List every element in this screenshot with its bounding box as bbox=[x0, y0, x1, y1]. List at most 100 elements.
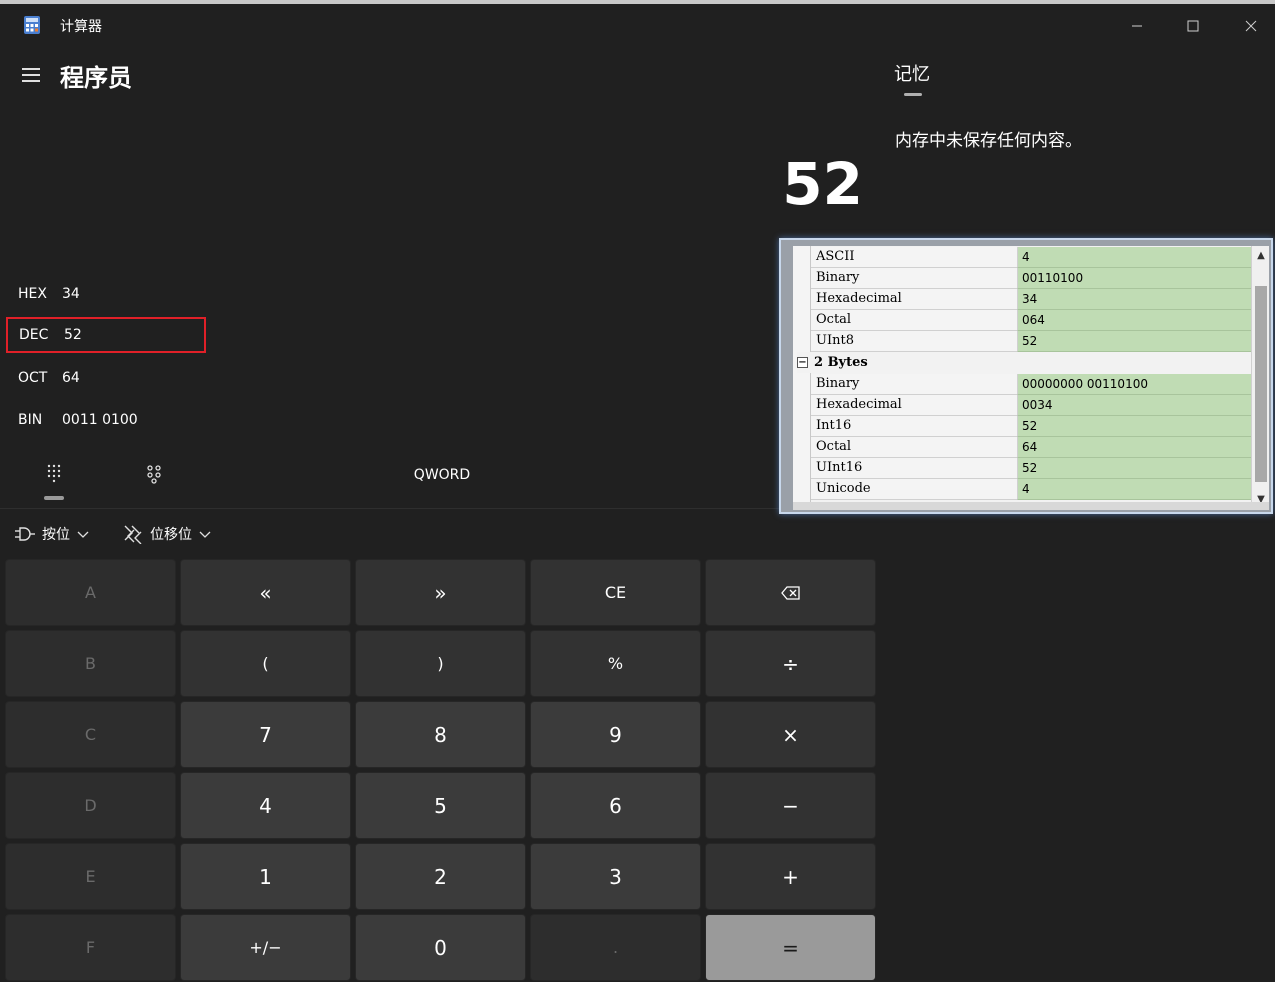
bitshift-dropdown[interactable]: 位移位 bbox=[122, 520, 212, 548]
key-a[interactable]: A bbox=[5, 559, 176, 626]
radix-oct-row[interactable]: OCT 64 bbox=[6, 360, 206, 396]
hamburger-icon bbox=[22, 68, 40, 70]
bitshift-label: 位移位 bbox=[150, 527, 192, 543]
key-left-shift[interactable]: « bbox=[180, 559, 351, 626]
inspector-row-value: 00110100 bbox=[1017, 268, 1251, 289]
radix-hex-label: HEX bbox=[18, 286, 47, 302]
inspector-row[interactable]: Octal 064 bbox=[811, 310, 1251, 331]
bit-toggling-keypad-tab[interactable] bbox=[142, 460, 166, 488]
key-decimal[interactable]: . bbox=[530, 914, 701, 981]
memory-tab-indicator bbox=[904, 93, 922, 96]
key-0[interactable]: 0 bbox=[355, 914, 526, 981]
key-left-paren[interactable]: ( bbox=[180, 630, 351, 697]
close-button[interactable] bbox=[1228, 8, 1274, 44]
radix-dec-label: DEC bbox=[19, 327, 49, 343]
hamburger-icon-line bbox=[22, 80, 40, 82]
key-1[interactable]: 1 bbox=[180, 843, 351, 910]
inspector-row-key: Hexadecimal bbox=[811, 289, 1017, 310]
key-minus[interactable]: − bbox=[705, 772, 876, 839]
inspector-row[interactable]: Unicode 4 bbox=[811, 479, 1251, 500]
word-size-button[interactable]: QWORD bbox=[390, 462, 494, 488]
inspector-group-2bytes[interactable]: − 2 Bytes bbox=[797, 352, 1251, 373]
scroll-up-icon[interactable]: ▲ bbox=[1252, 248, 1270, 264]
inspector-row[interactable]: Binary 00110100 bbox=[811, 268, 1251, 289]
keypad-icon bbox=[47, 464, 61, 483]
key-plus[interactable]: + bbox=[705, 843, 876, 910]
inspector-row-key: UInt16 bbox=[811, 458, 1017, 479]
full-keypad-tab[interactable] bbox=[40, 460, 68, 488]
radix-bin-row[interactable]: BIN 0011 0100 bbox=[6, 402, 206, 438]
key-5[interactable]: 5 bbox=[355, 772, 526, 839]
inspector-row-key: Unicode bbox=[811, 479, 1017, 500]
scrollbar-thumb[interactable] bbox=[1255, 286, 1267, 482]
inspector-row[interactable]: Hexadecimal 0034 bbox=[811, 395, 1251, 416]
key-2[interactable]: 2 bbox=[355, 843, 526, 910]
inspector-row[interactable]: ASCII 4 bbox=[811, 247, 1251, 268]
inspector-row[interactable]: Binary 00000000 00110100 bbox=[811, 374, 1251, 395]
inspector-row-key: Hexadecimal bbox=[811, 395, 1017, 416]
bit-toggle-icon bbox=[147, 465, 161, 484]
key-f[interactable]: F bbox=[5, 914, 176, 981]
key-right-shift[interactable]: » bbox=[355, 559, 526, 626]
key-negate[interactable]: +/− bbox=[180, 914, 351, 981]
inspector-row-value: 064 bbox=[1017, 310, 1251, 331]
active-tab-indicator bbox=[44, 496, 64, 500]
inspector-row-value: 0034 bbox=[1017, 395, 1251, 416]
key-b[interactable]: B bbox=[5, 630, 176, 697]
inspector-row-key: UInt8 bbox=[811, 331, 1017, 352]
radix-dec-row[interactable]: DEC 52 bbox=[6, 317, 206, 353]
radix-hex-value: 34 bbox=[62, 286, 80, 302]
maximize-icon bbox=[1187, 20, 1199, 32]
bitwise-dropdown[interactable]: 按位 bbox=[14, 520, 90, 548]
inspector-group-label: 2 Bytes bbox=[814, 355, 868, 370]
radix-hex-row[interactable]: HEX 34 bbox=[6, 276, 206, 312]
key-divide[interactable]: ÷ bbox=[705, 630, 876, 697]
inspector-row[interactable]: UInt8 52 bbox=[811, 331, 1251, 352]
collapse-icon[interactable]: − bbox=[797, 357, 808, 368]
key-4[interactable]: 4 bbox=[180, 772, 351, 839]
inspector-row[interactable]: Octal 64 bbox=[811, 437, 1251, 458]
key-e[interactable]: E bbox=[5, 843, 176, 910]
backspace-icon bbox=[780, 585, 800, 600]
navigation-menu-button[interactable] bbox=[16, 60, 46, 90]
calculator-app-icon bbox=[24, 16, 40, 34]
key-backspace[interactable] bbox=[705, 559, 876, 626]
inspector-row-key: Octal bbox=[811, 310, 1017, 331]
inspector-row[interactable]: UInt16 52 bbox=[811, 458, 1251, 479]
maximize-button[interactable] bbox=[1170, 8, 1216, 44]
inspector-row-value: 00000000 00110100 bbox=[1017, 374, 1251, 395]
memory-tab[interactable]: 记忆 bbox=[894, 60, 930, 86]
data-inspector-overlay: ASCII 4 Binary 00110100 Hexadecimal 34 O… bbox=[779, 238, 1273, 514]
radix-oct-label: OCT bbox=[18, 370, 48, 386]
minimize-icon bbox=[1132, 25, 1142, 27]
inspector-row[interactable]: Hexadecimal 34 bbox=[811, 289, 1251, 310]
chevron-down-icon bbox=[77, 531, 89, 538]
inspector-row-key: Binary bbox=[811, 374, 1017, 395]
chevron-down-icon bbox=[199, 531, 211, 538]
key-3[interactable]: 3 bbox=[530, 843, 701, 910]
radix-bin-label: BIN bbox=[18, 412, 43, 428]
inspector-row-key: ASCII bbox=[811, 247, 1017, 268]
inspector-grid: ASCII 4 Binary 00110100 Hexadecimal 34 O… bbox=[793, 246, 1251, 510]
key-8[interactable]: 8 bbox=[355, 701, 526, 768]
inspector-row[interactable]: Int16 52 bbox=[811, 416, 1251, 437]
radix-oct-value: 64 bbox=[62, 370, 80, 386]
key-right-paren[interactable]: ) bbox=[355, 630, 526, 697]
inspector-row-value: 52 bbox=[1017, 416, 1251, 437]
key-d[interactable]: D bbox=[5, 772, 176, 839]
key-c[interactable]: C bbox=[5, 701, 176, 768]
key-9[interactable]: 9 bbox=[530, 701, 701, 768]
close-icon bbox=[1245, 20, 1257, 32]
minimize-button[interactable] bbox=[1114, 8, 1160, 44]
calculator-mode-title: 程序员 bbox=[60, 64, 132, 92]
key-6[interactable]: 6 bbox=[530, 772, 701, 839]
key-7[interactable]: 7 bbox=[180, 701, 351, 768]
bit-shift-icon bbox=[124, 525, 142, 544]
inspector-scrollbar[interactable]: ▲ ▼ bbox=[1251, 246, 1269, 510]
key-multiply[interactable]: × bbox=[705, 701, 876, 768]
key-clear-entry[interactable]: CE bbox=[530, 559, 701, 626]
key-equals[interactable]: = bbox=[705, 914, 876, 981]
inspector-row-value: 4 bbox=[1017, 247, 1251, 268]
inspector-row-value: 64 bbox=[1017, 437, 1251, 458]
key-percent[interactable]: % bbox=[530, 630, 701, 697]
